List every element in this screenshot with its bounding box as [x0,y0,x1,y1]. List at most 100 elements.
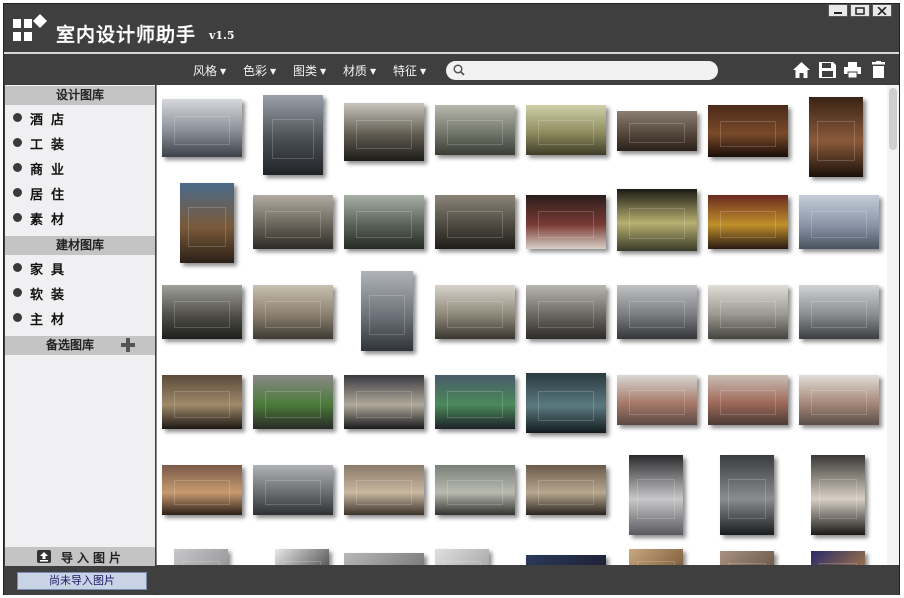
maximize-button[interactable] [850,4,870,17]
gallery-thumbnail[interactable] [435,285,515,339]
menu-color[interactable]: 色彩 ▼ [243,62,276,79]
gallery-thumbnail[interactable] [253,195,333,249]
thumbnail-detail [637,479,675,519]
gallery-thumbnail[interactable] [162,465,242,515]
gallery-thumbnail[interactable] [162,375,242,429]
gallery-thumbnail[interactable] [275,549,329,565]
gallery-thumbnail[interactable] [799,195,879,249]
search-input[interactable] [470,62,714,80]
gallery-thumbnail[interactable] [435,375,515,429]
menu-style[interactable]: 风格 ▼ [193,62,226,79]
home-icon[interactable] [792,61,811,79]
gallery-thumbnail[interactable] [708,105,788,157]
gallery-thumbnail[interactable] [180,183,234,263]
gallery-thumbnail[interactable] [435,549,489,565]
gallery-thumbnail[interactable] [344,195,424,249]
gallery-thumbnail[interactable] [720,551,774,565]
thumbnail-detail [447,480,503,505]
gallery-thumbnail[interactable] [708,375,788,425]
gallery-thumbnail[interactable] [435,465,515,515]
gallery-thumbnail[interactable] [708,195,788,249]
gallery-thumbnail[interactable] [811,455,865,535]
gallery-thumbnail[interactable] [344,553,424,565]
thumbnail-detail [174,301,230,329]
close-icon [877,6,887,15]
gallery-thumbnail[interactable] [344,465,424,515]
gallery-thumbnail[interactable] [526,105,606,155]
gallery-thumbnail[interactable] [162,285,242,339]
thumbnail-detail [265,211,321,239]
trash-icon[interactable] [869,61,888,79]
gallery-thumbnail[interactable] [720,455,774,535]
caret-down-icon: ▼ [270,67,277,76]
import-images-button[interactable]: 导入图片 [5,547,155,566]
menu-bar: 风格 ▼ 色彩 ▼ 图类 ▼ 材质 ▼ 特征 ▼ [4,56,899,85]
gallery-thumbnail[interactable] [253,465,333,515]
print-icon[interactable] [843,61,862,79]
minimize-button[interactable] [828,4,848,17]
sidebar-item-soft-decor[interactable]: 软装 [5,281,155,303]
sidebar-item-workspace[interactable]: 工装 [5,131,155,153]
sidebar-item-main-materials[interactable]: 主材 [5,306,155,328]
gallery-thumbnail[interactable] [809,97,863,177]
search-icon [453,64,465,76]
status-area: 尚未导入图片 [5,566,155,595]
section-alternate-label: 备选图库 [45,338,94,352]
menu-feature[interactable]: 特征 ▼ [393,62,426,79]
gallery-thumbnail[interactable] [617,189,697,251]
gallery-thumbnail[interactable] [263,95,323,175]
gallery-thumbnail[interactable] [526,373,606,433]
scrollbar-thumb[interactable] [889,88,897,150]
sidebar-item-furniture[interactable]: 家具 [5,256,155,278]
sidebar-item-hotel[interactable]: 酒店 [5,106,155,128]
gallery-thumbnail[interactable] [526,465,606,515]
gallery-thumbnail[interactable] [435,195,515,249]
menu-category[interactable]: 图类 ▼ [293,62,326,79]
gallery-thumbnail[interactable] [617,375,697,425]
sidebar-item-label: 主材 [30,313,73,328]
gallery-thumbnail[interactable] [526,195,606,249]
gallery-thumbnail[interactable] [344,103,424,161]
thumbnail-detail [265,480,321,505]
caret-down-icon: ▼ [370,67,377,76]
bullet-icon [13,113,22,122]
sidebar-item-commercial[interactable]: 商业 [5,156,155,178]
gallery-thumbnail[interactable] [629,549,683,565]
app-title: 室内设计师助手 [56,24,197,46]
menu-material[interactable]: 材质 ▼ [343,62,376,79]
import-status-button[interactable]: 尚未导入图片 [17,572,147,590]
gallery-thumbnail[interactable] [799,285,879,339]
gallery-thumbnail[interactable] [629,455,683,535]
save-icon[interactable] [818,61,837,79]
gallery-thumbnail[interactable] [162,99,242,157]
gallery-thumbnail[interactable] [253,285,333,339]
thumbnail-detail [265,391,321,419]
gallery-thumbnail[interactable] [174,549,228,565]
gallery-thumbnail[interactable] [361,271,413,351]
gallery-thumbnail[interactable] [617,111,697,151]
plus-icon[interactable] [120,337,136,353]
close-button[interactable] [872,4,892,17]
thumbnail-detail [356,120,412,150]
bullet-icon [13,213,22,222]
caret-down-icon: ▼ [220,67,227,76]
gallery-thumbnail[interactable] [526,555,606,565]
gallery-thumbnail[interactable] [435,105,515,155]
gallery-scrollbar[interactable] [887,85,899,565]
minimize-icon [834,11,842,14]
gallery-thumbnail[interactable] [799,375,879,425]
sidebar-item-materials[interactable]: 素材 [5,206,155,228]
image-gallery [156,85,888,565]
gallery-thumbnail[interactable] [617,285,697,339]
sidebar-item-label: 商业 [30,163,73,178]
gallery-thumbnail[interactable] [526,285,606,339]
gallery-thumbnail[interactable] [708,285,788,339]
menu-style-label: 风格 [193,64,218,78]
bullet-icon [13,313,22,322]
gallery-thumbnail[interactable] [344,375,424,429]
gallery-thumbnail[interactable] [253,375,333,429]
sidebar: 设计图库 酒店 工装 商业 居住 素材 建材图库 家具 软装 主材 备选图库 [5,85,155,565]
thumbnail-detail [720,301,776,329]
sidebar-item-residential[interactable]: 居住 [5,181,155,203]
gallery-thumbnail[interactable] [811,551,865,565]
